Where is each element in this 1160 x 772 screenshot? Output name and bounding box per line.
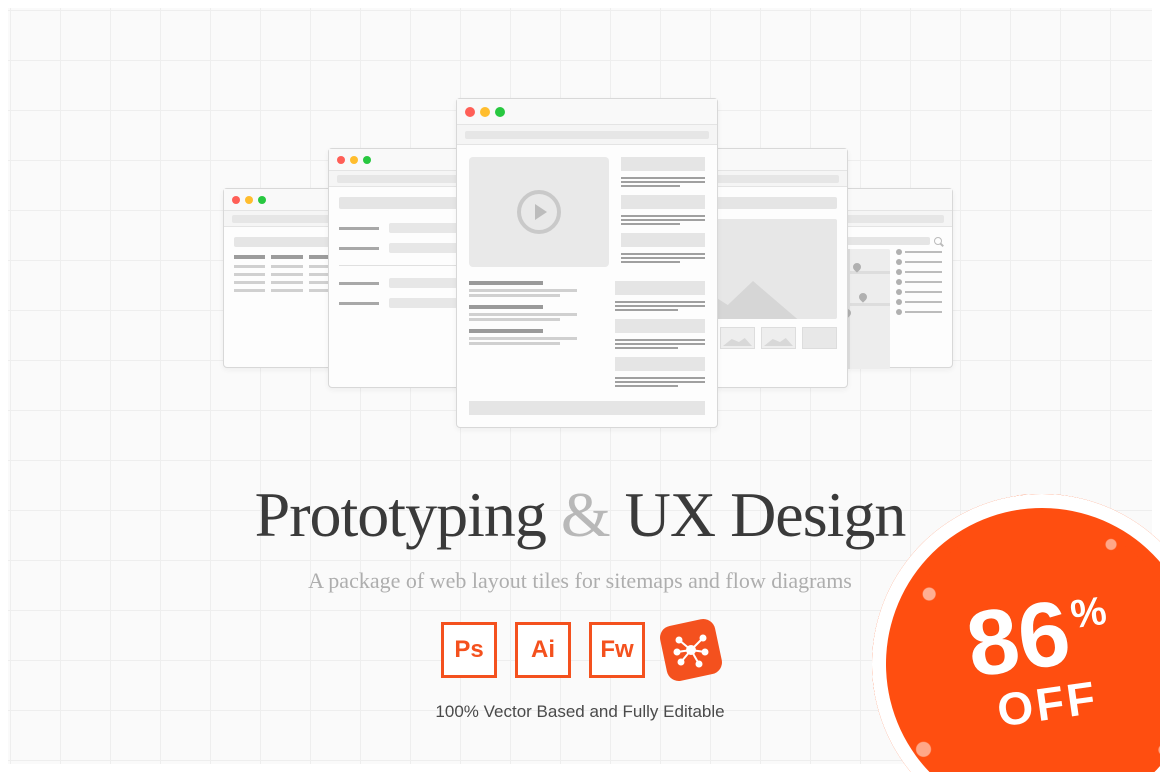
illustrator-icon: Ai [515,622,571,678]
play-icon [517,190,561,234]
discount-percent: % [1069,594,1109,633]
photoshop-icon: Ps [441,622,497,678]
search-icon [934,237,942,245]
wireframe-stage [8,38,1152,438]
discount-value: 86 [962,593,1074,685]
title-part1: Prototyping [255,479,546,550]
mindmap-icon [658,617,724,683]
fireworks-icon: Fw [589,622,645,678]
title-ampersand: & [561,479,610,550]
title-part2: UX Design [625,479,906,550]
wireframe-window-video [456,98,718,428]
